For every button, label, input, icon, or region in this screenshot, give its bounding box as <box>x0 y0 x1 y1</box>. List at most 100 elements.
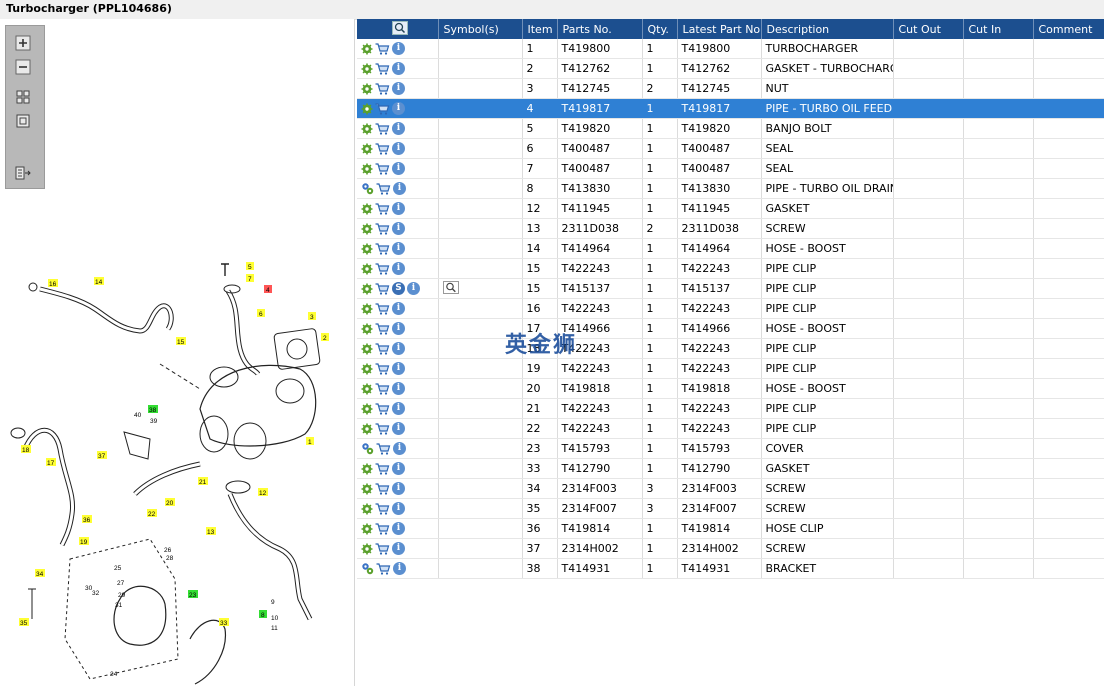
part-gear-icon[interactable] <box>361 363 373 375</box>
table-row[interactable]: i 15 T422243 1 T422243 PIPE CLIP <box>357 258 1104 279</box>
info-icon[interactable]: i <box>392 142 405 155</box>
info-icon[interactable]: i <box>392 222 405 235</box>
table-row[interactable]: i 20 T419818 1 T419818 HOSE - BOOST <box>357 378 1104 399</box>
part-gear-icon[interactable] <box>361 543 373 555</box>
add-to-cart-icon[interactable] <box>375 322 390 335</box>
part-gear-icon[interactable] <box>361 123 373 135</box>
part-gear-icon[interactable] <box>361 63 373 75</box>
column-header-qty[interactable]: Qty. <box>642 19 678 39</box>
column-header-cut-in[interactable]: Cut In <box>963 19 1034 39</box>
info-icon[interactable]: i <box>392 42 405 55</box>
table-row[interactable]: i 4 T419817 1 T419817 PIPE - TURBO OIL FEED <box>357 98 1104 119</box>
add-to-cart-icon[interactable] <box>375 122 390 135</box>
part-gear-icon[interactable] <box>361 403 373 415</box>
add-to-cart-icon[interactable] <box>375 342 390 355</box>
add-to-cart-icon[interactable] <box>375 482 390 495</box>
info-icon[interactable]: i <box>392 362 405 375</box>
column-header-parts-no[interactable]: Parts No. <box>557 19 643 39</box>
part-gear-icon[interactable] <box>361 163 373 175</box>
add-to-cart-icon[interactable] <box>376 182 391 195</box>
column-header-comment[interactable]: Comment <box>1033 19 1104 39</box>
add-to-cart-icon[interactable] <box>375 522 390 535</box>
info-icon[interactable]: i <box>392 462 405 475</box>
table-row[interactable]: i 17 T414966 1 T414966 HOSE - BOOST <box>357 318 1104 339</box>
add-to-cart-icon[interactable] <box>375 542 390 555</box>
add-to-cart-icon[interactable] <box>375 362 390 375</box>
table-row[interactable]: i 12 T411945 1 T411945 GASKET <box>357 198 1104 219</box>
table-row[interactable]: i 3 T412745 2 T412745 NUT <box>357 78 1104 99</box>
info-icon[interactable]: i <box>393 442 406 455</box>
part-gear-icon[interactable] <box>361 243 373 255</box>
info-icon[interactable]: i <box>392 302 405 315</box>
info-icon[interactable]: i <box>392 262 405 275</box>
fit-grid-button[interactable] <box>12 88 34 106</box>
add-to-cart-icon[interactable] <box>375 282 390 295</box>
part-gear-icon[interactable] <box>361 483 373 495</box>
column-header-latest-part-no[interactable]: Latest Part No. <box>677 19 762 39</box>
info-icon[interactable]: i <box>407 282 420 295</box>
assembly-gears-icon[interactable] <box>361 182 374 195</box>
column-header-symbols[interactable]: Symbol(s) <box>438 19 523 39</box>
table-row[interactable]: i 7 T400487 1 T400487 SEAL <box>357 158 1104 179</box>
add-to-cart-icon[interactable] <box>375 202 390 215</box>
table-row[interactable]: i 19 T422243 1 T422243 PIPE CLIP <box>357 358 1104 379</box>
export-list-button[interactable] <box>12 164 34 182</box>
add-to-cart-icon[interactable] <box>375 402 390 415</box>
add-to-cart-icon[interactable] <box>375 82 390 95</box>
info-icon[interactable]: i <box>392 242 405 255</box>
part-gear-icon[interactable] <box>361 83 373 95</box>
info-icon[interactable]: i <box>393 182 406 195</box>
table-row[interactable]: i 21 T422243 1 T422243 PIPE CLIP <box>357 398 1104 419</box>
add-to-cart-icon[interactable] <box>375 142 390 155</box>
part-gear-icon[interactable] <box>361 523 373 535</box>
info-icon[interactable]: i <box>393 562 406 575</box>
info-icon[interactable]: i <box>392 122 405 135</box>
table-row[interactable]: i 33 T412790 1 T412790 GASKET <box>357 458 1104 479</box>
part-gear-icon[interactable] <box>361 423 373 435</box>
table-row[interactable]: i 22 T422243 1 T422243 PIPE CLIP <box>357 418 1104 439</box>
table-row[interactable]: i 14 T414964 1 T414964 HOSE - BOOST <box>357 238 1104 259</box>
assembly-gears-icon[interactable] <box>361 562 374 575</box>
symbol-s-icon[interactable]: S <box>392 282 405 295</box>
info-icon[interactable]: i <box>392 102 405 115</box>
info-icon[interactable]: i <box>392 322 405 335</box>
info-icon[interactable]: i <box>392 62 405 75</box>
add-to-cart-icon[interactable] <box>375 222 390 235</box>
table-row[interactable]: i 16 T422243 1 T422243 PIPE CLIP <box>357 298 1104 319</box>
table-row[interactable]: i 6 T400487 1 T400487 SEAL <box>357 138 1104 159</box>
add-to-cart-icon[interactable] <box>375 462 390 475</box>
part-gear-icon[interactable] <box>361 283 373 295</box>
info-icon[interactable]: i <box>392 162 405 175</box>
add-to-cart-icon[interactable] <box>375 242 390 255</box>
part-gear-icon[interactable] <box>361 303 373 315</box>
table-row[interactable]: i 34 2314F003 3 2314F003 SCREW <box>357 478 1104 499</box>
find-in-diagram-icon[interactable] <box>442 280 459 294</box>
table-row[interactable]: i 35 2314F007 3 2314F007 SCREW <box>357 498 1104 519</box>
part-gear-icon[interactable] <box>361 203 373 215</box>
table-row[interactable]: i 1 T419800 1 T419800 TURBOCHARGER <box>357 39 1104 59</box>
info-icon[interactable]: i <box>392 502 405 515</box>
zoom-out-button[interactable] <box>12 58 34 76</box>
info-icon[interactable]: i <box>392 342 405 355</box>
table-row[interactable]: i 37 2314H002 1 2314H002 SCREW <box>357 538 1104 559</box>
add-to-cart-icon[interactable] <box>375 102 390 115</box>
column-header-description[interactable]: Description <box>761 19 894 39</box>
info-icon[interactable]: i <box>392 402 405 415</box>
add-to-cart-icon[interactable] <box>375 302 390 315</box>
column-header-actions[interactable] <box>357 19 439 39</box>
part-gear-icon[interactable] <box>361 343 373 355</box>
add-to-cart-icon[interactable] <box>375 422 390 435</box>
diagram-pane[interactable]: 16 14 5 7 4 6 3 2 15 38 40 39 37 18 17 1… <box>0 19 355 686</box>
part-gear-icon[interactable] <box>361 43 373 55</box>
zoom-in-button[interactable] <box>12 34 34 52</box>
info-icon[interactable]: i <box>392 82 405 95</box>
table-row[interactable]: i 36 T419814 1 T419814 HOSE CLIP <box>357 518 1104 539</box>
part-gear-icon[interactable] <box>361 103 373 115</box>
add-to-cart-icon[interactable] <box>375 162 390 175</box>
info-icon[interactable]: i <box>392 202 405 215</box>
add-to-cart-icon[interactable] <box>375 262 390 275</box>
part-gear-icon[interactable] <box>361 463 373 475</box>
table-row[interactable]: i 18 T422243 1 T422243 PIPE CLIP <box>357 338 1104 359</box>
table-row[interactable]: i 8 T413830 1 T413830 PIPE - TURBO OIL DRAIN <box>357 178 1104 199</box>
part-gear-icon[interactable] <box>361 263 373 275</box>
